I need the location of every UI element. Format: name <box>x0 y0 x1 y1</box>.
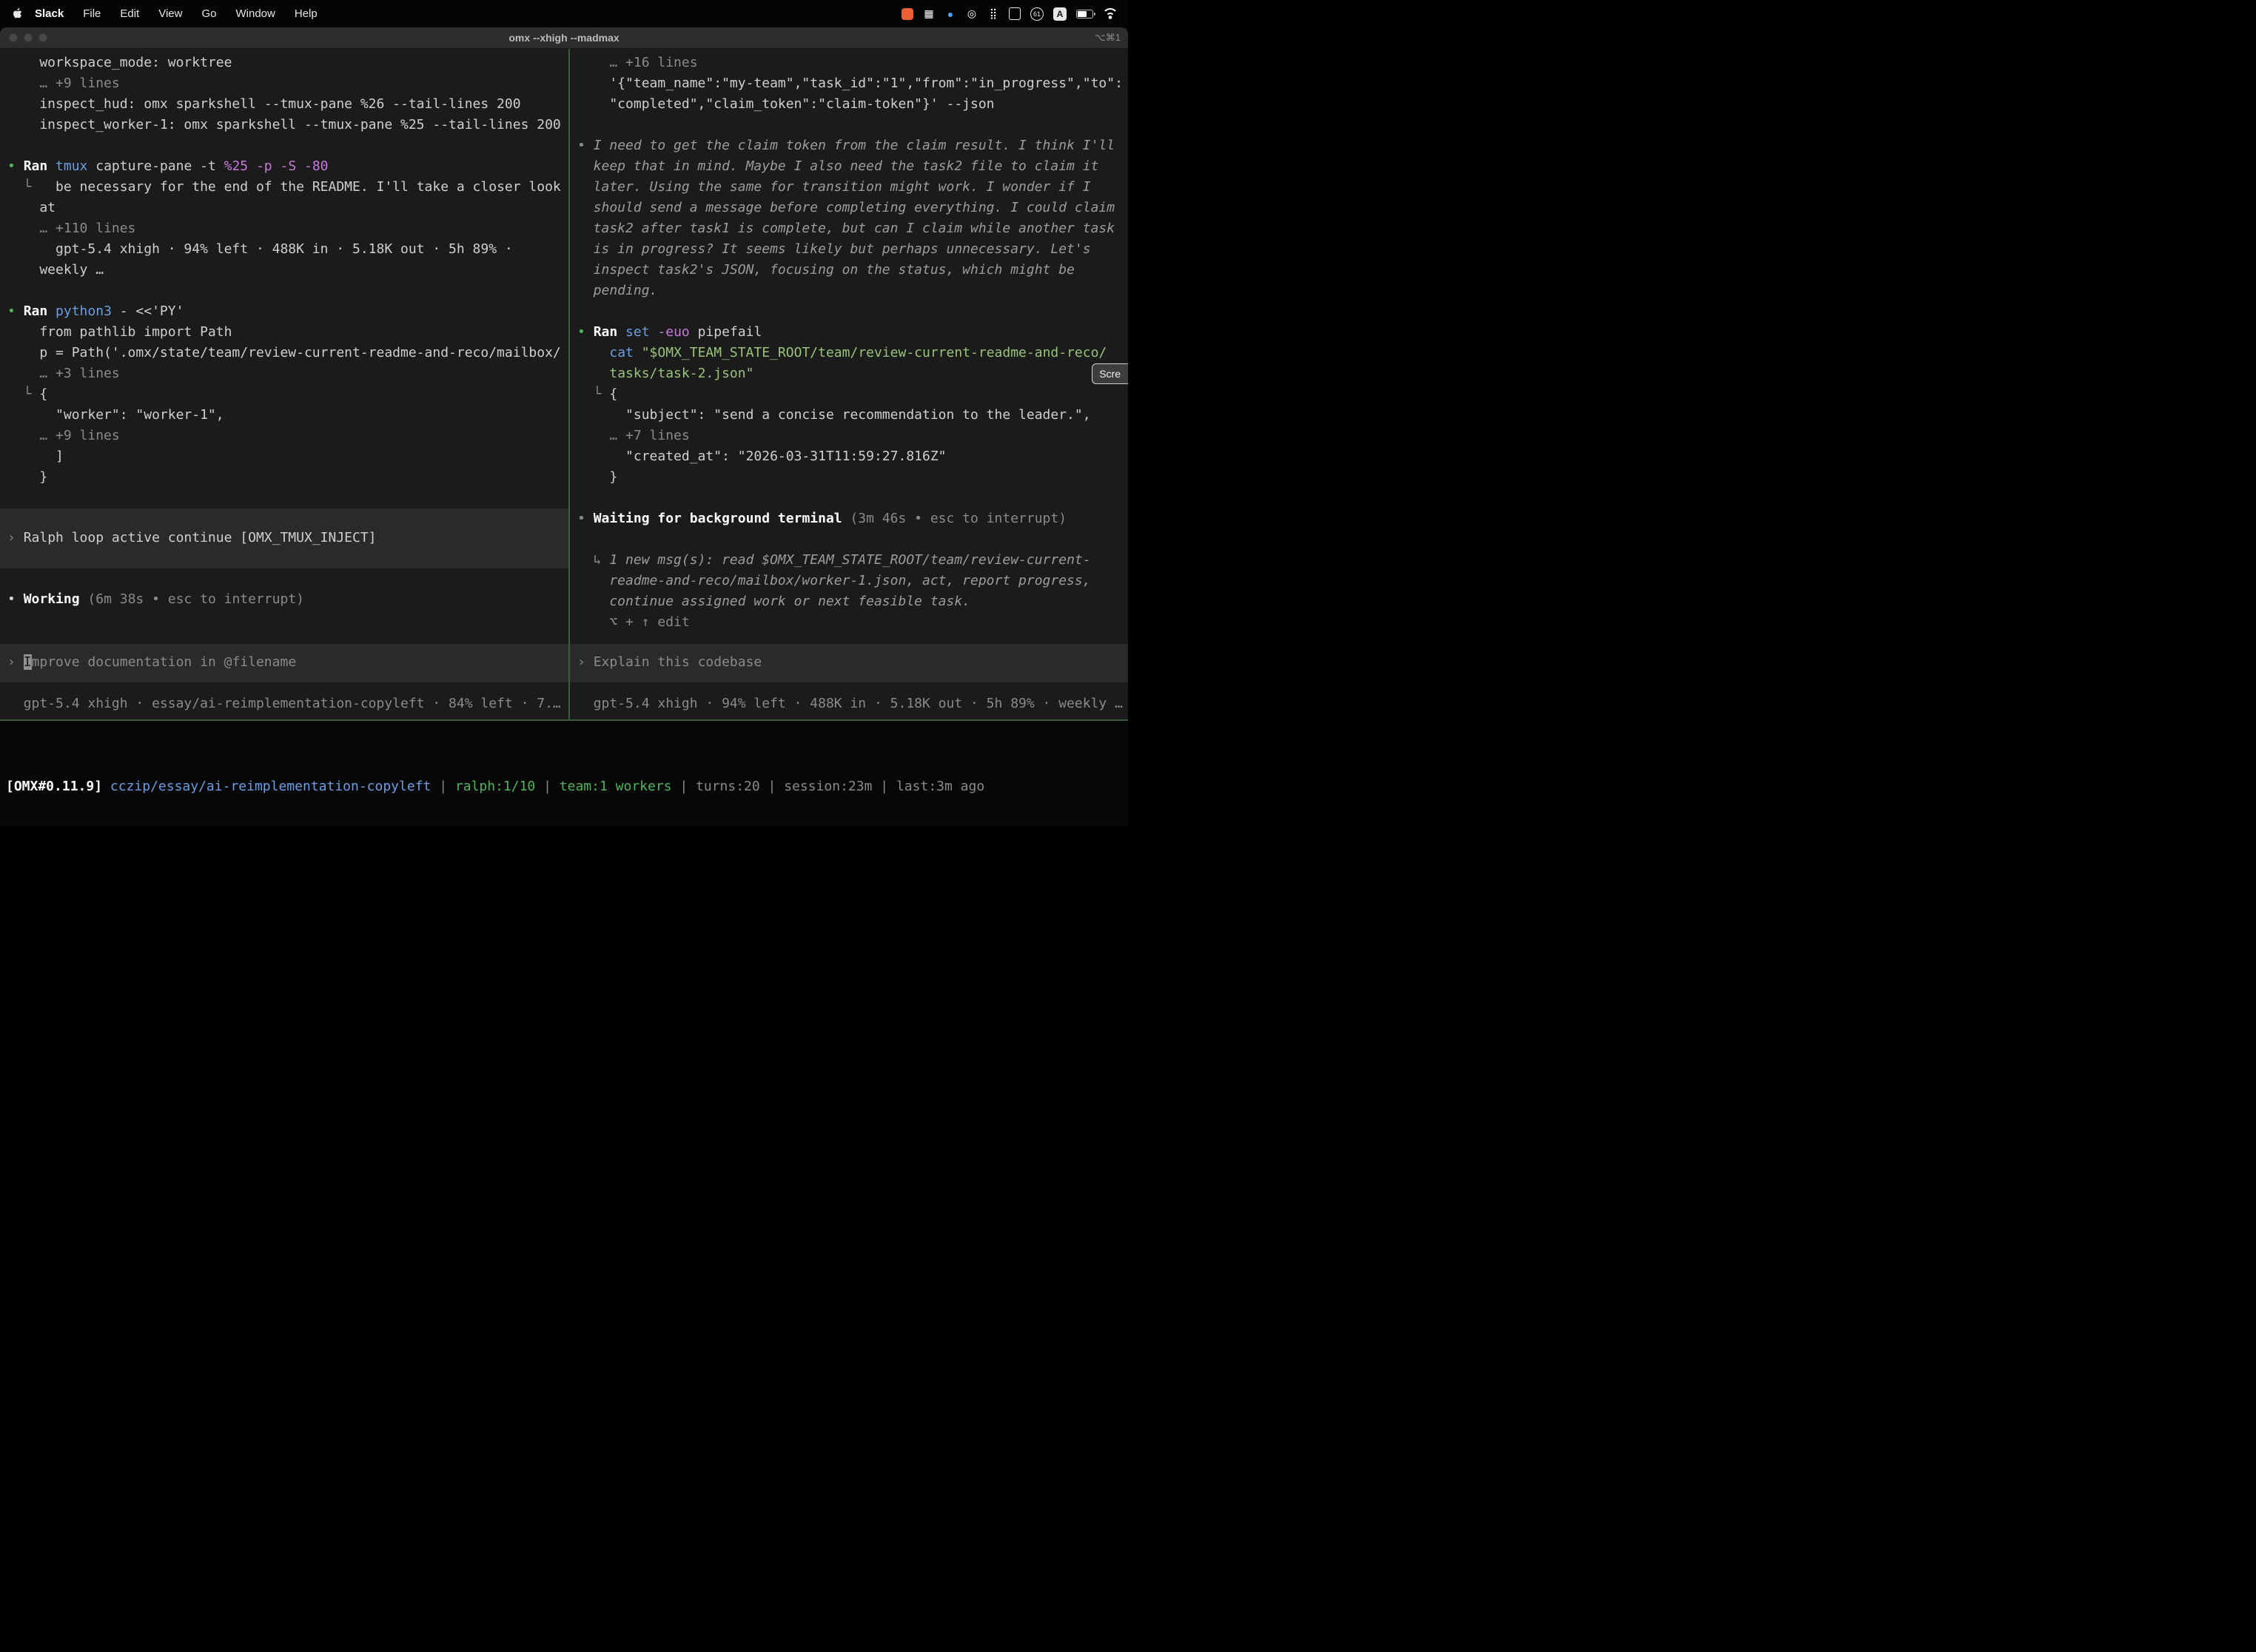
terminal-line <box>7 135 561 156</box>
left-pane[interactable]: workspace_mode: worktree … +9 lines insp… <box>0 49 568 719</box>
thinking-line: keep that in mind. Maybe I also need the… <box>577 156 1121 177</box>
terminal-line: … +9 lines <box>7 426 561 446</box>
terminal-line: workspace_mode: worktree <box>7 53 561 73</box>
screen: SlackFileEditViewGoWindowHelp ▦ ● ◎ ⣿ 61 A om… <box>0 0 1128 826</box>
window-title-bar[interactable]: omx --xhigh --madmax ⌥⌘1 <box>0 27 1128 49</box>
menu-left: SlackFileEditViewGoWindowHelp <box>10 7 327 21</box>
terminal-line: "worker": "worker-1", <box>7 405 561 426</box>
terminal-line <box>577 529 1121 550</box>
terminal-line: … +7 lines <box>577 426 1121 446</box>
menu-status-icons: ▦ ● ◎ ⣿ 61 A <box>902 7 1118 21</box>
menu-items: SlackFileEditViewGoWindowHelp <box>25 7 327 20</box>
terminal-line: … +3 lines <box>7 363 561 384</box>
screen-overlay-text: Scre <box>1099 368 1121 380</box>
omx-status-area: [OMX#0.11.9] cczip/essay/ai-reimplementa… <box>0 721 1128 826</box>
ran-command-line: • Ran tmux capture-pane -t %25 -p -S -80 <box>7 156 561 177</box>
terminal-line <box>7 568 561 589</box>
terminal-line: └ { <box>7 384 561 405</box>
terminal-line: "completed","claim_token":"claim-token"}… <box>577 94 1121 115</box>
waiting-status-line: • Waiting for background terminal (3m 46… <box>577 508 1121 529</box>
battery-icon[interactable] <box>1076 10 1093 19</box>
working-status-line: • Working (6m 38s • esc to interrupt) <box>7 589 561 610</box>
dots-grid-icon[interactable]: ⣿ <box>987 7 999 21</box>
terminal-line: tasks/task-2.json" <box>577 363 1121 384</box>
terminal-line: cat "$OMX_TEAM_STATE_ROOT/team/review-cu… <box>577 343 1121 363</box>
thinking-line: inspect task2's JSON, focusing on the st… <box>577 260 1121 281</box>
thinking-line: • I need to get the claim token from the… <box>577 135 1121 156</box>
screen-overlay-tooltip: Scre <box>1092 363 1128 384</box>
terminal-line: gpt-5.4 xhigh · 94% left · 488K in · 5.1… <box>7 239 561 260</box>
terminal-line: └ { <box>577 384 1121 405</box>
terminal-line: inspect_hud: omx sparkshell --tmux-pane … <box>7 94 561 115</box>
mailbox-note-line: readme-and-reco/mailbox/worker-1.json, a… <box>577 571 1121 591</box>
composer-input-left[interactable]: › Improve documentation in @filename <box>0 644 568 682</box>
apple-icon[interactable] <box>10 7 22 21</box>
terminal-line: … +9 lines <box>7 73 561 94</box>
gauge-61-icon[interactable]: 61 <box>1030 7 1044 21</box>
screen-record-icon[interactable] <box>902 8 913 20</box>
composer-input-right[interactable]: › Explain this codebase <box>570 644 1128 682</box>
wifi-icon[interactable] <box>1103 8 1118 20</box>
injected-prompt-line[interactable]: › Ralph loop active continue [OMX_TMUX_I… <box>0 508 568 568</box>
terminal-line: … +110 lines <box>7 218 561 239</box>
terminal-line: … +16 lines <box>577 53 1121 73</box>
terminal-line: } <box>577 467 1121 488</box>
menu-item-file[interactable]: File <box>73 7 110 20</box>
terminal-line <box>7 488 561 508</box>
pane-status-line: gpt-5.4 xhigh · essay/ai-reimplementatio… <box>7 694 561 714</box>
window-shortcut-badge: ⌥⌘1 <box>1095 32 1128 44</box>
terminal-line: ] <box>7 446 561 467</box>
menu-item-view[interactable]: View <box>149 7 192 20</box>
menu-item-go[interactable]: Go <box>192 7 226 20</box>
terminal-line <box>577 115 1121 135</box>
ran-command-line: • Ran set -euo pipefail <box>577 322 1121 343</box>
mailbox-note-line: continue assigned work or next feasible … <box>577 591 1121 612</box>
terminal-line: p = Path('.omx/state/team/review-current… <box>7 343 561 363</box>
terminal-line: '{"team_name":"my-team","task_id":"1","f… <box>577 73 1121 94</box>
circle-app-icon[interactable]: ◎ <box>966 7 978 21</box>
terminal-line: "subject": "send a concise recommendatio… <box>577 405 1121 426</box>
right-pane[interactable]: … +16 lines '{"team_name":"my-team","tas… <box>570 49 1128 719</box>
terminal-line: weekly … <box>7 260 561 281</box>
thinking-line: is in progress? It seems likely but perh… <box>577 239 1121 260</box>
thinking-line: pending. <box>577 281 1121 301</box>
mailbox-note-line: ↳ 1 new msg(s): read $OMX_TEAM_STATE_ROO… <box>577 550 1121 571</box>
menu-item-slack[interactable]: Slack <box>25 7 73 20</box>
zoom-button[interactable] <box>38 33 47 42</box>
ran-command-line: • Ran python3 - <<'PY' <box>7 301 561 322</box>
thinking-line: should send a message before completing … <box>577 198 1121 218</box>
terminal-line <box>577 301 1121 322</box>
terminal-line: } <box>7 467 561 488</box>
grid-icon[interactable]: ▦ <box>923 7 935 21</box>
drop-icon[interactable]: ● <box>944 7 956 21</box>
terminal-line <box>7 281 561 301</box>
terminal-line: └ be necessary for the end of the README… <box>7 177 561 198</box>
macos-menu-bar: SlackFileEditViewGoWindowHelp ▦ ● ◎ ⣿ 61 A <box>0 0 1128 27</box>
terminal-area: workspace_mode: worktree … +9 lines insp… <box>0 49 1128 719</box>
terminal-line: at <box>7 198 561 218</box>
traffic-lights <box>0 33 47 42</box>
input-source-icon[interactable]: A <box>1053 7 1067 21</box>
omx-status-line: [OMX#0.11.9] cczip/essay/ai-reimplementa… <box>6 776 1128 797</box>
thinking-line: task2 after task1 is complete, but can I… <box>577 218 1121 239</box>
terminal-line: "created_at": "2026-03-31T11:59:27.816Z" <box>577 446 1121 467</box>
window-title: omx --xhigh --madmax <box>0 32 1128 44</box>
menu-item-window[interactable]: Window <box>226 7 285 20</box>
edit-hint-line: ⌥ + ↑ edit <box>577 612 1121 633</box>
phone-icon[interactable] <box>1009 7 1021 20</box>
pane-status-line: gpt-5.4 xhigh · 94% left · 488K in · 5.1… <box>577 694 1121 714</box>
menu-item-edit[interactable]: Edit <box>110 7 149 20</box>
terminal-line <box>577 488 1121 508</box>
menu-item-help[interactable]: Help <box>285 7 327 20</box>
terminal-line: inspect_worker-1: omx sparkshell --tmux-… <box>7 115 561 135</box>
minimize-button[interactable] <box>24 33 33 42</box>
terminal-line: from pathlib import Path <box>7 322 561 343</box>
thinking-line: later. Using the same for transition mig… <box>577 177 1121 198</box>
close-button[interactable] <box>9 33 18 42</box>
